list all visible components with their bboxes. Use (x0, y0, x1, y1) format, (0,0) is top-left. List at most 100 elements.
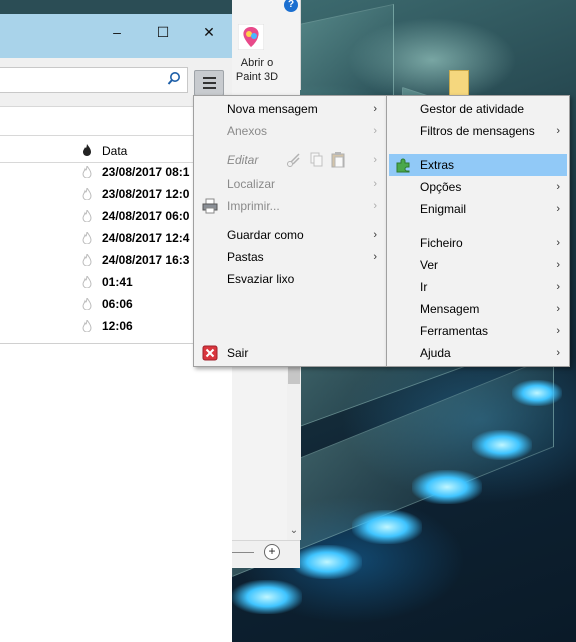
submenu-arrow-icon: › (556, 203, 560, 215)
message-date: 24/08/2017 06:0 (102, 209, 190, 223)
wallpaper-light (512, 380, 562, 406)
search-icon[interactable] (167, 71, 181, 87)
column-date[interactable]: Data (102, 144, 127, 158)
title-bar: – ☐ ✕ (0, 14, 232, 58)
menu-item-gestor-atividade[interactable]: Gestor de atividade (387, 98, 569, 120)
menu-item-pastas[interactable]: Pastas › (194, 246, 386, 268)
close-button[interactable]: ✕ (186, 14, 232, 50)
menu-item-mensagem[interactable]: Mensagem › (387, 298, 569, 320)
minimize-button[interactable]: – (94, 14, 140, 50)
menu-item-label: Sair (227, 346, 249, 360)
junk-flame-icon[interactable] (82, 188, 92, 200)
menu-item-esvaziar-lixo[interactable]: Esvaziar lixo (194, 268, 386, 290)
exit-icon (202, 345, 218, 361)
scroll-down-arrow-icon[interactable]: ⌄ (287, 524, 301, 538)
menu-item-label: Ajuda (420, 346, 451, 360)
submenu-arrow-icon: › (556, 325, 560, 337)
submenu-arrow-icon: › (556, 347, 560, 359)
menu-item-nova-mensagem[interactable]: Nova mensagem › (194, 98, 386, 120)
menu-item-label: Gestor de atividade (420, 102, 525, 116)
menu-item-guardar-como[interactable]: Guardar como › (194, 224, 386, 246)
message-date: 01:41 (102, 275, 133, 289)
menu-item-label: Ferramentas (420, 324, 489, 338)
menu-item-ver[interactable]: Ver › (387, 254, 569, 276)
scrollbar[interactable] (287, 360, 301, 540)
minimize-icon: – (113, 24, 121, 40)
menu-item-label: Filtros de mensagens (420, 124, 535, 138)
desktop-file-icon[interactable] (449, 70, 469, 96)
message-date: 24/08/2017 16:3 (102, 253, 190, 267)
menu-item-ajuda[interactable]: Ajuda › (387, 342, 569, 364)
wallpaper-light (412, 470, 482, 504)
junk-flame-icon[interactable] (82, 166, 92, 178)
maximize-button[interactable]: ☐ (140, 14, 186, 50)
wallpaper-light (292, 545, 362, 579)
junk-flame-icon[interactable] (82, 276, 92, 288)
menu-item-ficheiro[interactable]: Ficheiro › (387, 232, 569, 254)
submenu-arrow-icon: › (373, 154, 377, 166)
menu-item-label: Pastas (227, 250, 264, 264)
submenu-arrow-icon: › (373, 125, 377, 137)
menu-item-label: Guardar como (227, 228, 304, 242)
submenu-arrow-icon: › (556, 181, 560, 193)
menu-item-label: Esvaziar lixo (227, 272, 295, 286)
paint3d-button-label[interactable]: Abrir o Paint 3D (232, 56, 282, 84)
zoom-in-icon[interactable]: + (264, 544, 280, 560)
menu-item-anexos[interactable]: Anexos › (194, 120, 386, 142)
junk-flame-icon[interactable] (82, 254, 92, 266)
menu-item-sair[interactable]: Sair (194, 342, 386, 364)
menu-item-opcoes[interactable]: Opções › (387, 176, 569, 198)
hamburger-icon-line (202, 77, 216, 79)
menu-item-label: Enigmail (420, 202, 467, 216)
wallpaper-light (352, 510, 422, 544)
submenu-arrow-icon: › (556, 303, 560, 315)
menu-item-ferramentas[interactable]: Ferramentas › (387, 320, 569, 342)
maximize-icon: ☐ (156, 23, 170, 40)
submenu-arrow-icon: › (556, 125, 560, 137)
paint3d-icon[interactable] (238, 24, 264, 50)
submenu-arrow-icon: › (373, 200, 377, 212)
menu-item-ir[interactable]: Ir › (387, 276, 569, 298)
message-date: 24/08/2017 12:4 (102, 231, 190, 245)
submenu-arrow-icon: › (373, 103, 377, 115)
submenu-arrow-icon: › (556, 237, 560, 249)
menu-item-label: Editar (227, 153, 259, 167)
menu-item-imprimir[interactable]: Imprimir... › (194, 195, 386, 217)
junk-flame-icon[interactable] (82, 320, 92, 332)
message-date: 23/08/2017 12:0 (102, 187, 190, 201)
menu-item-label: Ir (420, 280, 428, 294)
app-menu-button[interactable] (194, 70, 224, 96)
puzzle-icon (396, 158, 410, 173)
junk-flame-icon[interactable] (82, 210, 92, 222)
submenu-arrow-icon: › (373, 178, 377, 190)
junk-flame-icon[interactable] (82, 232, 92, 244)
menu-item-label: Imprimir... (227, 199, 280, 213)
junk-status-column-icon[interactable] (82, 144, 92, 156)
cut-icon (287, 153, 300, 167)
submenu-arrow-icon: › (556, 259, 560, 271)
edit-actions-icons (287, 152, 345, 168)
hamburger-icon-line (202, 87, 216, 89)
wallpaper-light (232, 580, 302, 614)
message-date: 12:06 (102, 319, 133, 333)
close-icon: ✕ (203, 23, 215, 40)
zoom-slider[interactable] (232, 552, 254, 553)
menu-item-enigmail[interactable]: Enigmail › (387, 198, 569, 220)
hamburger-icon-line (202, 82, 216, 84)
menu-item-filtros-mensagens[interactable]: Filtros de mensagens › (387, 120, 569, 142)
submenu-arrow-icon: › (373, 229, 377, 241)
menu-item-editar[interactable]: Editar › (194, 149, 386, 171)
menu-item-localizar[interactable]: Localizar › (194, 173, 386, 195)
junk-flame-icon[interactable] (82, 298, 92, 310)
submenu-arrow-icon: › (373, 251, 377, 263)
copy-icon (310, 152, 323, 167)
menu-item-extras[interactable]: Extras (389, 154, 567, 176)
scrollbar-thumb[interactable] (288, 364, 300, 384)
menu-item-label: Extras (420, 158, 455, 172)
printer-icon (202, 198, 218, 214)
app-menu: Nova mensagem › Anexos › Editar › Locali… (193, 95, 387, 367)
search-input[interactable] (0, 67, 188, 93)
wallpaper-light (472, 430, 532, 460)
message-date: 23/08/2017 08:1 (102, 165, 190, 179)
menu-item-label: Anexos (227, 124, 268, 138)
